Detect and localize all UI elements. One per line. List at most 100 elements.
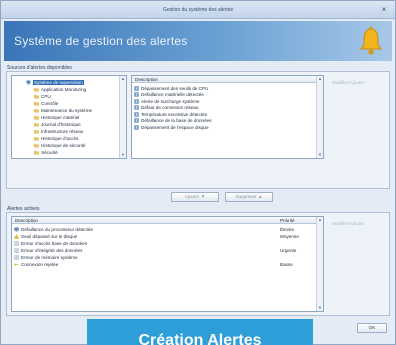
list-item[interactable]: Dépassement des seuils de CPU: [132, 85, 323, 91]
list-scrollbar[interactable]: ▲ ▼: [316, 76, 323, 158]
row-priority: Moyenne: [280, 233, 299, 239]
tree-item[interactable]: Contrôle: [34, 100, 58, 106]
alert-icon: [134, 98, 139, 104]
alerts-table[interactable]: Description Priorité Défaillance du proc…: [11, 216, 324, 312]
header-banner: Système de gestion des alertes: [4, 21, 392, 61]
tree-item[interactable]: Historique de sécurité: [34, 142, 85, 148]
row-description: Seuil dépassé sur le disque: [21, 233, 78, 239]
tree-item-label: Maintenance du système: [41, 107, 93, 113]
tree-item[interactable]: Système de supervision: [26, 79, 84, 85]
folder-icon: [34, 115, 39, 120]
list-item[interactable]: Température excessive détectée: [132, 111, 323, 117]
source-tree[interactable]: Système de supervision Application Monito…: [11, 75, 127, 159]
active-alerts-panel: Description Priorité Défaillance du proc…: [6, 212, 390, 316]
banner-heading: Système de gestion des alertes: [14, 34, 188, 48]
row-priority: Élevée: [280, 226, 295, 232]
alert-icon: [134, 124, 139, 130]
alert-manager-window: Gestion du système des alertes × Système…: [0, 0, 396, 345]
list-item[interactable]: Alerte de surcharge système: [132, 98, 323, 104]
caption-overlay: Création Alertes: [87, 319, 313, 345]
tree-item-label: Journal d'historique: [41, 121, 81, 127]
sources-panel: Système de supervision Application Monito…: [6, 71, 390, 189]
list-item[interactable]: Défaillance de la base de données: [132, 118, 323, 124]
tree-item[interactable]: Sécurité: [34, 149, 58, 155]
window-title: Gestion du système des alertes: [162, 7, 234, 13]
title-bar: Gestion du système des alertes ×: [1, 1, 395, 19]
alert-icon: [134, 111, 139, 117]
tree-item-label: Système de supervision: [33, 79, 84, 85]
ok-button[interactable]: OK: [357, 323, 387, 333]
list-item-label: Température excessive détectée: [141, 111, 208, 117]
folder-icon: [34, 136, 39, 141]
table-row[interactable]: Erreur d'intégrité des données Urgente: [12, 247, 323, 253]
list-icon: [14, 240, 19, 246]
column-description[interactable]: Description: [15, 218, 38, 223]
folder-icon: [34, 87, 39, 92]
list-item-label: Défaut de connexion réseau: [141, 105, 199, 110]
folder-icon: [34, 150, 39, 155]
table-row[interactable]: Erreur de mémoire système: [12, 254, 323, 260]
close-icon[interactable]: ×: [379, 5, 389, 15]
top-modify-link[interactable]: Modifier/Ajouter: [332, 80, 364, 85]
tree-scrollbar[interactable]: ▲ ▼: [119, 76, 126, 158]
row-description: Erreur d'accès base de données: [21, 240, 87, 246]
key-icon: [14, 262, 19, 267]
row-description: Erreur de mémoire système: [21, 254, 78, 260]
tree-item[interactable]: Application Monitoring: [34, 86, 86, 92]
alert-icon: [134, 92, 139, 97]
alert-icon: [134, 85, 139, 91]
tree-item[interactable]: CPU: [34, 93, 51, 99]
alert-icon: [134, 118, 139, 123]
source-list[interactable]: Description Dépassement des seuils de CP…: [131, 75, 324, 159]
table-row[interactable]: Connexion rejetée Basse: [12, 261, 323, 267]
list-item-label: Défaillance matérielle détectée: [141, 92, 204, 97]
folder-icon: [34, 122, 39, 127]
list-item-label: Défaillance de la base de données: [141, 118, 212, 123]
tree-item-label: Sécurité: [41, 149, 58, 155]
folder-icon: [34, 101, 39, 106]
tree-item-label: Application Monitoring: [41, 86, 87, 92]
column-priority[interactable]: Priorité: [280, 218, 295, 223]
row-priority: Basse: [280, 261, 293, 267]
bottom-modify-link[interactable]: Modifier/Ajouter: [332, 221, 364, 226]
folder-icon: [34, 108, 39, 113]
list-item[interactable]: Défaillance matérielle détectée: [132, 92, 323, 98]
monitor-icon: [14, 227, 19, 232]
column-description[interactable]: Description: [135, 77, 158, 82]
list-icon: [14, 254, 19, 260]
scroll-down-icon[interactable]: ▼: [317, 305, 323, 311]
list-item-label: Dépassement de l'espace disque: [141, 124, 209, 130]
scroll-up-icon[interactable]: ▲: [120, 76, 126, 82]
tree-item[interactable]: Historique d'accès: [34, 135, 78, 141]
alerts-table-header: Description Priorité: [12, 217, 323, 224]
warning-icon: [14, 233, 19, 239]
remove-button[interactable]: Supprimer ▲: [225, 192, 273, 202]
scroll-up-icon[interactable]: ▲: [317, 76, 323, 82]
tree-item-label: Contrôle: [41, 100, 59, 106]
scroll-down-icon[interactable]: ▼: [120, 152, 126, 158]
row-priority: Urgente: [280, 247, 297, 253]
source-list-header: Description: [132, 76, 323, 83]
list-item[interactable]: Défaut de connexion réseau: [132, 105, 323, 111]
tree-item[interactable]: Journal d'historique: [34, 121, 81, 127]
table-row[interactable]: Seuil dépassé sur le disque Moyenne: [12, 233, 323, 239]
folder-icon: [34, 94, 39, 99]
bell-icon: [360, 26, 382, 55]
list-item-label: Dépassement des seuils de CPU: [141, 85, 209, 91]
scroll-down-icon[interactable]: ▼: [317, 152, 323, 158]
list-icon: [14, 247, 19, 253]
table-row[interactable]: Erreur d'accès base de données: [12, 240, 323, 246]
tree-item[interactable]: Maintenance du système: [34, 107, 92, 113]
alerts-scrollbar[interactable]: ▲ ▼: [316, 217, 323, 311]
scroll-up-icon[interactable]: ▲: [317, 217, 323, 223]
tree-item[interactable]: Infrastructure réseau: [34, 128, 83, 134]
add-button[interactable]: Ajouter ▼: [171, 192, 219, 202]
row-description: Défaillance du processeur détectée: [21, 226, 94, 232]
computer-icon: [26, 80, 31, 85]
table-row[interactable]: Défaillance du processeur détectée Élevée: [12, 226, 323, 232]
tree-item[interactable]: Historique matériel: [34, 114, 79, 120]
tree-item-label: Infrastructure réseau: [41, 128, 84, 134]
list-item[interactable]: Dépassement de l'espace disque: [132, 124, 323, 130]
tree-item-label: Historique d'accès: [41, 135, 79, 141]
folder-icon: [34, 143, 39, 148]
